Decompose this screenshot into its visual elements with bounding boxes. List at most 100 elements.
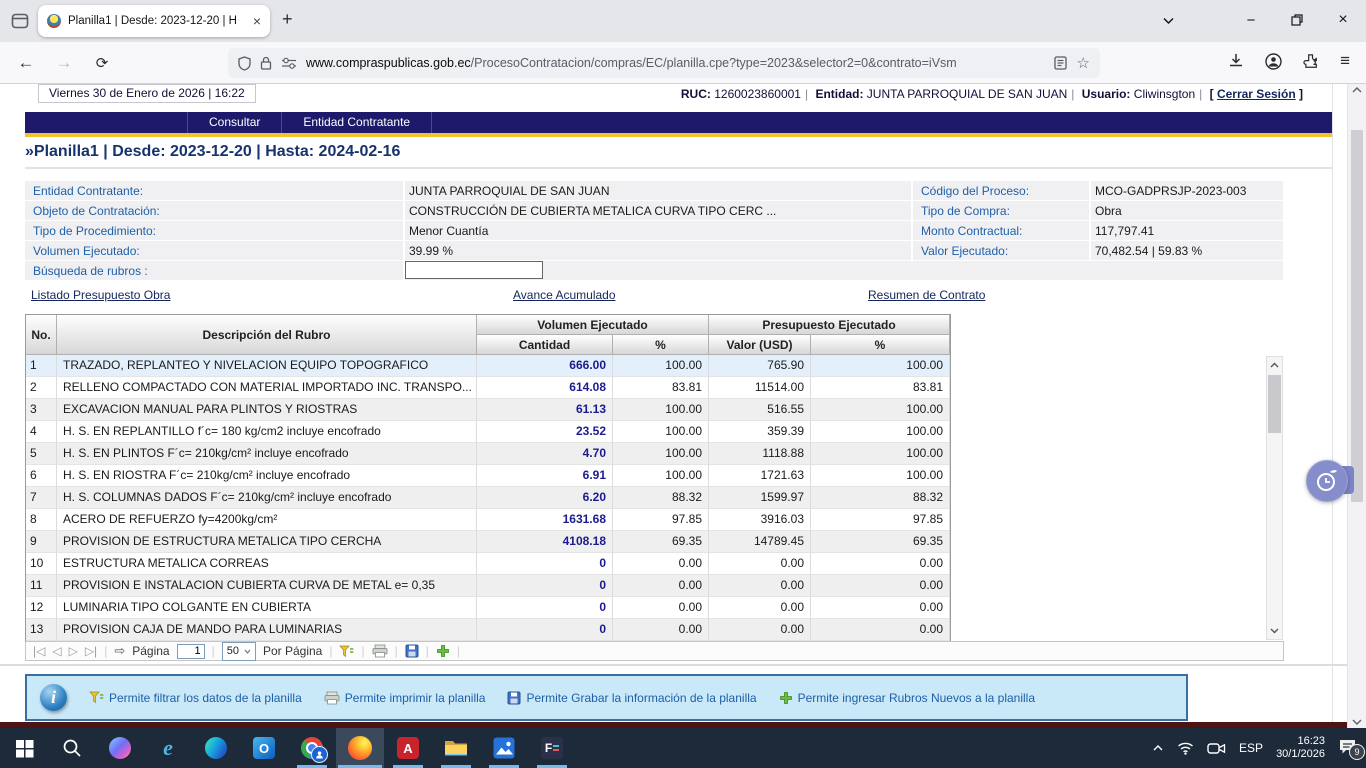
language-indicator[interactable]: ESP bbox=[1239, 741, 1263, 755]
link-resumen-de-contrato[interactable]: Resumen de Contrato bbox=[868, 288, 985, 302]
page-scroll-up-icon[interactable] bbox=[1348, 86, 1366, 93]
taskbar-start-icon[interactable] bbox=[0, 728, 48, 768]
save-icon[interactable] bbox=[405, 644, 419, 658]
first-page-button[interactable]: |◁ bbox=[33, 644, 45, 658]
filter-icon bbox=[89, 691, 104, 704]
page-number-input[interactable] bbox=[177, 644, 205, 659]
page-scroll-down-icon[interactable] bbox=[1348, 719, 1366, 726]
go-to-page-icon[interactable]: ⇨ bbox=[114, 643, 125, 659]
new-tab-button[interactable]: + bbox=[282, 9, 293, 30]
row-valor-usd: 3916.03 bbox=[709, 509, 811, 531]
app-menu-icon[interactable]: ≡ bbox=[1340, 51, 1350, 71]
row-descripcion: ACERO DE REFUERZO fy=4200kg/cm² bbox=[57, 509, 477, 531]
forward-button[interactable]: → bbox=[52, 51, 76, 75]
per-page-select[interactable]: 50 bbox=[222, 642, 256, 661]
table-row[interactable]: 4H. S. EN REPLANTILLO f´c= 180 kg/cm2 in… bbox=[26, 421, 950, 443]
browser-tab[interactable]: Planilla1 | Desde: 2023-12-20 | H × bbox=[38, 5, 270, 37]
detail-label: Volumen Ejecutado: bbox=[25, 241, 403, 260]
reader-mode-icon[interactable] bbox=[1054, 56, 1067, 70]
detail-label: Objeto de Contratación: bbox=[25, 201, 403, 220]
link-avance-acumulado[interactable]: Avance Acumulado bbox=[513, 288, 616, 302]
menu-item-entidad-contratante[interactable]: Entidad Contratante bbox=[282, 112, 432, 133]
table-scroll-thumb[interactable] bbox=[1268, 375, 1281, 433]
row-valor-usd: 0.00 bbox=[709, 553, 811, 575]
last-page-button[interactable]: ▷| bbox=[85, 644, 97, 658]
add-rubro-icon[interactable] bbox=[436, 644, 450, 658]
reload-button[interactable]: ⟳ bbox=[90, 51, 114, 75]
clock-date[interactable]: 16:23 30/1/2026 bbox=[1276, 735, 1325, 761]
list-tabs-chevron-icon[interactable] bbox=[1162, 16, 1175, 25]
window-close-button[interactable]: × bbox=[1330, 8, 1356, 32]
taskbar-edge-icon[interactable] bbox=[192, 728, 240, 768]
row-cantidad: 23.52 bbox=[477, 421, 613, 443]
table-row[interactable]: 10ESTRUCTURA METALICA CORREAS00.000.000.… bbox=[26, 553, 950, 575]
table-row[interactable]: 11PROVISION E INSTALACION CUBIERTA CURVA… bbox=[26, 575, 950, 597]
row-descripcion: RELLENO COMPACTADO CON MATERIAL IMPORTAD… bbox=[57, 377, 477, 399]
taskbar-ie-icon[interactable]: e bbox=[144, 728, 192, 768]
time-tracker-widget[interactable] bbox=[1306, 460, 1354, 500]
taskbar-firefox-icon[interactable] bbox=[336, 728, 384, 768]
session-datetime: Viernes 30 de Enero de 2026 | 16:22 bbox=[38, 84, 256, 103]
row-descripcion: EXCAVACION MANUAL PARA PLINTOS Y RIOSTRA… bbox=[57, 399, 477, 421]
row-no: 1 bbox=[26, 355, 57, 377]
account-icon[interactable] bbox=[1265, 53, 1282, 70]
table-scroll-up-icon[interactable] bbox=[1267, 358, 1282, 372]
taskbar-chrome-icon[interactable] bbox=[288, 728, 336, 768]
url-text[interactable]: www.compraspublicas.gob.ec/ProcesoContra… bbox=[306, 56, 1045, 70]
meet-now-icon[interactable] bbox=[1207, 741, 1226, 756]
permissions-icon[interactable] bbox=[281, 57, 297, 69]
url-bar[interactable]: www.compraspublicas.gob.ec/ProcesoContra… bbox=[228, 48, 1100, 78]
window-restore-button[interactable] bbox=[1284, 8, 1310, 32]
row-cantidad: 0 bbox=[477, 553, 613, 575]
taskbar-search-icon[interactable] bbox=[48, 728, 96, 768]
search-rubros-input[interactable] bbox=[405, 261, 543, 279]
header-volumen-pct: % bbox=[613, 335, 709, 355]
table-scrollbar[interactable] bbox=[1266, 356, 1283, 640]
legend-items: Permite filtrar los datos de la planilla… bbox=[67, 691, 1035, 705]
wifi-icon[interactable] bbox=[1177, 741, 1194, 755]
table-row[interactable]: 7H. S. COLUMNAS DADOS F´c= 210kg/cm² inc… bbox=[26, 487, 950, 509]
shield-icon[interactable] bbox=[238, 56, 251, 71]
row-presupuesto-pct: 83.81 bbox=[811, 377, 950, 399]
tray-chevron-up-icon[interactable] bbox=[1152, 744, 1164, 752]
downloads-icon[interactable] bbox=[1228, 53, 1244, 69]
row-presupuesto-pct: 0.00 bbox=[811, 619, 950, 641]
menu-item-consultar[interactable]: Consultar bbox=[188, 112, 282, 133]
print-icon[interactable] bbox=[372, 644, 388, 658]
link-listado-presupuesto-obra[interactable]: Listado Presupuesto Obra bbox=[31, 288, 170, 302]
window-minimize-button[interactable]: − bbox=[1238, 8, 1264, 32]
taskbar-outlook-icon[interactable]: O bbox=[240, 728, 288, 768]
table-scroll-down-icon[interactable] bbox=[1267, 624, 1282, 638]
yellow-accent-bar bbox=[25, 133, 1332, 137]
next-page-button[interactable]: ▷ bbox=[69, 644, 78, 658]
notification-center-icon[interactable]: 9 bbox=[1338, 738, 1360, 758]
table-row[interactable]: 3EXCAVACION MANUAL PARA PLINTOS Y RIOSTR… bbox=[26, 399, 950, 421]
filter-icon[interactable] bbox=[339, 645, 354, 658]
bookmark-star-icon[interactable]: ☆ bbox=[1077, 54, 1090, 72]
table-row[interactable]: 12LUMINARIA TIPO COLGANTE EN CUBIERTA00.… bbox=[26, 597, 950, 619]
table-row[interactable]: 9PROVISION DE ESTRUCTURA METALICA TIPO C… bbox=[26, 531, 950, 553]
table-row[interactable]: 1TRAZADO, REPLANTEO Y NIVELACION EQUIPO … bbox=[26, 355, 950, 377]
taskbar-explorer-icon[interactable] bbox=[432, 728, 480, 768]
firefox-view-button[interactable] bbox=[10, 11, 30, 31]
taskbar-acrobat-icon[interactable]: A bbox=[384, 728, 432, 768]
prev-page-button[interactable]: ◁ bbox=[52, 644, 61, 658]
taskbar-teams-f-icon[interactable]: F bbox=[528, 728, 576, 768]
clock-icon[interactable] bbox=[1306, 460, 1348, 502]
taskbar-copilot-icon[interactable] bbox=[96, 728, 144, 768]
table-row[interactable]: 5H. S. EN PLINTOS F´c= 210kg/cm² incluye… bbox=[26, 443, 950, 465]
table-row[interactable]: 2RELLENO COMPACTADO CON MATERIAL IMPORTA… bbox=[26, 377, 950, 399]
table-row[interactable]: 8ACERO DE REFUERZO fy=4200kg/cm²1631.689… bbox=[26, 509, 950, 531]
extensions-puzzle-icon[interactable] bbox=[1303, 53, 1319, 69]
taskbar-photos-icon[interactable] bbox=[480, 728, 528, 768]
table-row[interactable]: 13PROVISION CAJA DE MANDO PARA LUMINARIA… bbox=[26, 619, 950, 641]
page-scrollbar[interactable] bbox=[1347, 84, 1366, 728]
table-row[interactable]: 6H. S. EN RIOSTRA F´c= 210kg/cm² incluye… bbox=[26, 465, 950, 487]
page-scroll-thumb[interactable] bbox=[1351, 130, 1363, 502]
row-no: 8 bbox=[26, 509, 57, 531]
back-button[interactable]: ← bbox=[14, 51, 38, 75]
lock-icon[interactable] bbox=[260, 56, 272, 70]
tab-close-icon[interactable]: × bbox=[253, 14, 261, 28]
header-no: No. bbox=[26, 315, 57, 355]
logout-link[interactable]: Cerrar Sesión bbox=[1217, 87, 1296, 101]
